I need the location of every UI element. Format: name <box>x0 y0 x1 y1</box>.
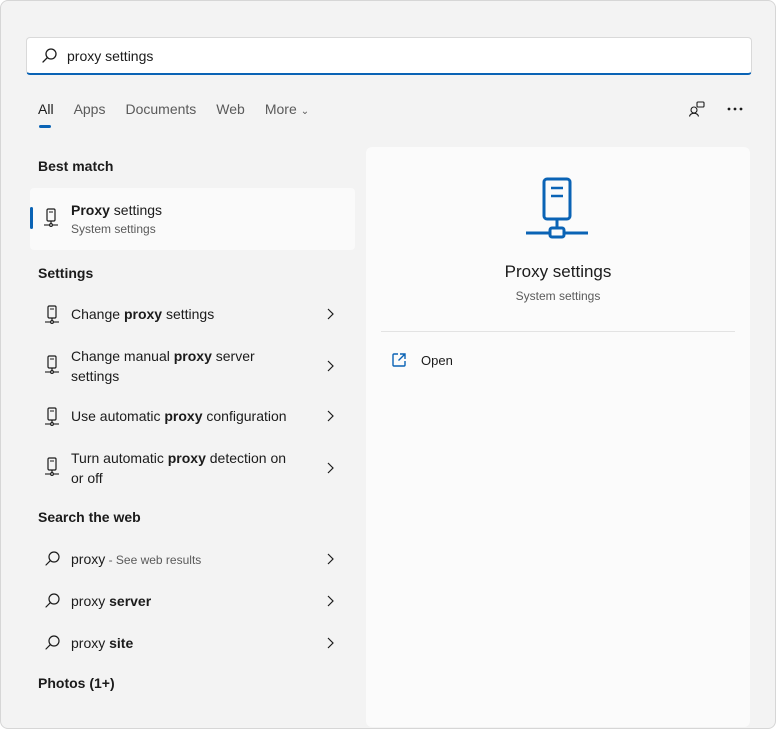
chevron-right-icon <box>326 636 334 654</box>
chevron-right-icon <box>326 359 334 377</box>
best-match-item[interactable]: Proxy settings System settings <box>30 188 355 250</box>
search-icon <box>44 592 62 615</box>
section-settings: Settings <box>38 265 94 281</box>
account-switch-button[interactable] <box>687 99 707 119</box>
preview-pane: Proxy settings System settings Open <box>366 147 750 727</box>
tab-all[interactable]: All <box>38 101 54 131</box>
list-item[interactable]: proxy server <box>30 588 355 614</box>
list-item[interactable]: proxy - See web results <box>30 546 355 572</box>
chevron-right-icon <box>326 594 334 612</box>
list-item-label: proxy site <box>71 635 134 651</box>
proxy-icon <box>44 407 60 432</box>
ellipsis-icon <box>727 107 743 111</box>
list-item-label: Turn automatic proxy detection on or off <box>71 450 287 486</box>
open-external-icon <box>392 353 406 367</box>
preview-subtitle: System settings <box>515 289 601 303</box>
list-item-label: Change manual proxy server settings <box>71 348 255 384</box>
selection-indicator <box>30 207 33 229</box>
list-item[interactable]: Change manual proxy server settings <box>30 343 355 389</box>
tab-more[interactable]: More ⌄ <box>265 101 309 131</box>
list-item[interactable]: Change proxy settings <box>30 301 355 327</box>
list-item[interactable]: proxy site <box>30 630 355 656</box>
section-search-web: Search the web <box>38 509 141 525</box>
list-item[interactable]: Turn automatic proxy detection on or off <box>30 445 355 491</box>
section-photos[interactable]: Photos (1+) <box>38 675 115 691</box>
start-search-panel: All Apps Documents Web More⌄ Best match … <box>0 0 776 729</box>
filter-tabs: All Apps Documents Web More ⌄ <box>38 101 329 131</box>
top-actions <box>687 99 745 119</box>
search-icon <box>44 634 62 657</box>
open-button[interactable]: Open <box>391 352 453 368</box>
chevron-right-icon <box>326 552 334 570</box>
preview-title: Proxy settings <box>504 262 612 281</box>
chevron-right-icon <box>326 307 334 325</box>
proxy-icon <box>44 457 60 482</box>
list-item[interactable]: Use automatic proxy configuration <box>30 403 355 429</box>
chevron-right-icon <box>326 461 334 479</box>
best-match-subtitle: System settings <box>71 222 156 236</box>
proxy-large-icon <box>526 177 590 248</box>
divider <box>381 331 735 332</box>
people-icon <box>688 101 705 117</box>
tab-apps[interactable]: Apps <box>74 101 106 131</box>
list-item-label: Use automatic proxy configuration <box>71 408 287 424</box>
proxy-icon <box>44 355 60 380</box>
list-item-label: Change proxy settings <box>71 306 215 322</box>
proxy-icon <box>44 305 60 330</box>
search-icon <box>41 47 59 65</box>
tab-documents[interactable]: Documents <box>125 101 196 131</box>
open-label: Open <box>421 352 453 368</box>
list-item-label: proxy - See web results <box>71 551 202 567</box>
search-icon <box>44 550 62 573</box>
chevron-down-icon: ⌄ <box>300 106 310 117</box>
search-box[interactable] <box>26 37 752 75</box>
chevron-right-icon <box>326 409 334 427</box>
proxy-icon <box>43 208 59 233</box>
more-options-button[interactable] <box>725 99 745 119</box>
tab-web[interactable]: Web <box>216 101 245 131</box>
search-input[interactable] <box>67 47 707 64</box>
section-best-match: Best match <box>38 158 114 174</box>
best-match-title: Proxy settings <box>71 202 163 218</box>
list-item-label: proxy server <box>71 593 152 609</box>
